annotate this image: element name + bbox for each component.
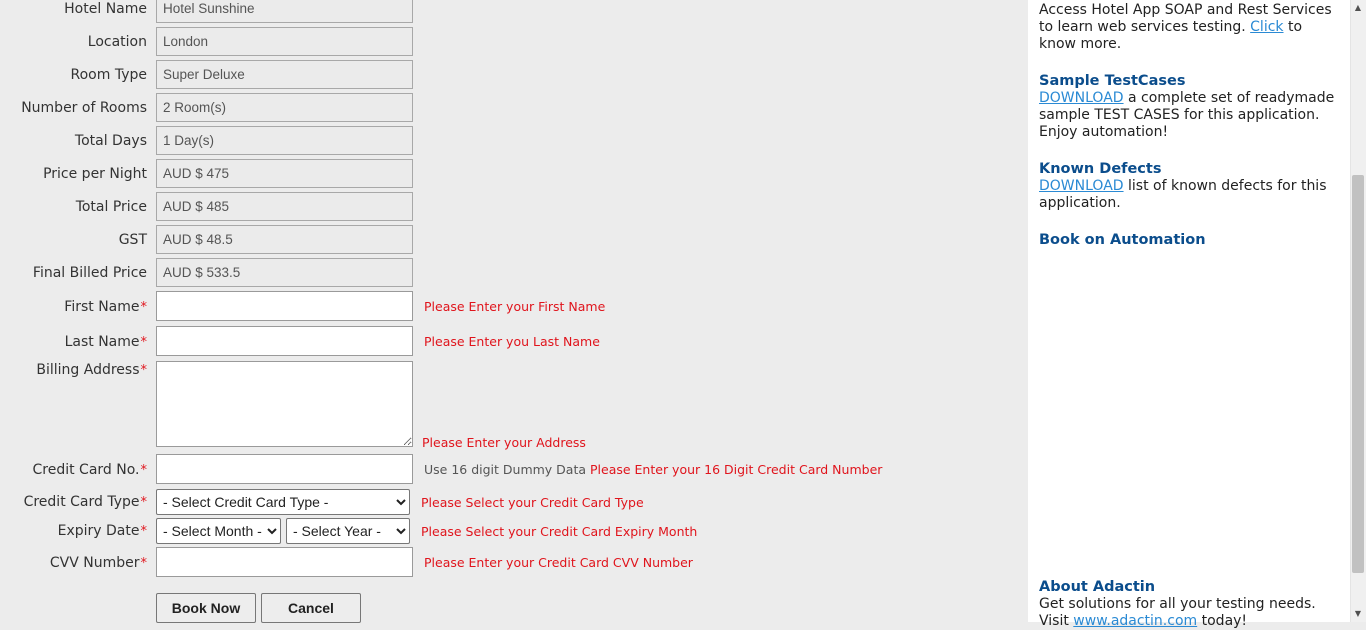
- cancel-button[interactable]: Cancel: [261, 593, 361, 623]
- known-defects-title: Known Defects: [1039, 161, 1162, 177]
- expiry-date-error: Please Select your Credit Card Expiry Mo…: [421, 524, 698, 539]
- required-mark: *: [140, 300, 148, 315]
- expiry-year-select[interactable]: - Select Year -: [286, 518, 410, 544]
- adactin-website-link[interactable]: www.adactin.com: [1073, 613, 1197, 629]
- room-type-label: Room Type: [70, 67, 147, 83]
- sample-testcases-download-link[interactable]: DOWNLOAD: [1039, 90, 1124, 106]
- sample-testcases-title: Sample TestCases: [1039, 73, 1186, 89]
- final-billed-price-field[interactable]: [156, 258, 413, 287]
- billing-address-error: Please Enter your Address: [422, 435, 586, 450]
- book-on-automation-section: Book on Automation: [1039, 232, 1341, 249]
- known-defects-download-link[interactable]: DOWNLOAD: [1039, 178, 1124, 194]
- known-defects-section: Known Defects DOWNLOAD list of known def…: [1039, 161, 1341, 212]
- booking-form: Hotel Name Location Room Type Number of …: [0, 0, 1028, 623]
- credit-card-no-messages: Use 16 digit Dummy Data Please Enter you…: [424, 462, 882, 478]
- price-per-night-label: Price per Night: [43, 166, 147, 182]
- expiry-month-select[interactable]: - Select Month -: [156, 518, 281, 544]
- total-days-field[interactable]: [156, 126, 413, 155]
- first-name-input[interactable]: [156, 291, 413, 321]
- number-of-rooms-label: Number of Rooms: [21, 100, 147, 116]
- hotel-name-label: Hotel Name: [64, 1, 147, 17]
- total-price-label: Total Price: [75, 199, 147, 215]
- total-days-label: Total Days: [74, 133, 147, 149]
- billing-address-textarea[interactable]: [156, 361, 413, 447]
- credit-card-no-input[interactable]: [156, 454, 413, 484]
- required-mark: *: [140, 495, 148, 510]
- last-name-input[interactable]: [156, 326, 413, 356]
- final-billed-price-label: Final Billed Price: [32, 265, 147, 281]
- credit-card-type-select[interactable]: - Select Credit Card Type -: [156, 489, 410, 515]
- about-adactin-section: About Adactin Get solutions for all your…: [1039, 579, 1341, 630]
- services-info: Access Hotel App SOAP and Rest Services …: [1039, 2, 1341, 53]
- credit-card-no-error: Please Enter your 16 Digit Credit Card N…: [590, 462, 883, 477]
- credit-card-no-label: Credit Card No.*: [32, 462, 148, 478]
- sample-testcases-section: Sample TestCases DOWNLOAD a complete set…: [1039, 73, 1341, 141]
- about-adactin-title: About Adactin: [1039, 579, 1156, 595]
- hotel-name-field[interactable]: [156, 0, 413, 23]
- right-sidebar: Access Hotel App SOAP and Rest Services …: [1028, 0, 1350, 629]
- scroll-down-icon[interactable]: ▼: [1350, 606, 1366, 622]
- billing-address-label: Billing Address*: [36, 362, 148, 378]
- price-per-night-field[interactable]: [156, 159, 413, 188]
- last-name-error: Please Enter you Last Name: [424, 334, 600, 349]
- cvv-input[interactable]: [156, 547, 413, 577]
- required-mark: *: [140, 463, 148, 478]
- location-label: Location: [87, 34, 147, 50]
- book-on-automation-title[interactable]: Book on Automation: [1039, 232, 1341, 249]
- cvv-error: Please Enter your Credit Card CVV Number: [424, 555, 693, 570]
- gst-field[interactable]: [156, 225, 413, 254]
- first-name-error: Please Enter your First Name: [424, 299, 606, 314]
- location-field[interactable]: [156, 27, 413, 56]
- required-mark: *: [140, 556, 148, 571]
- services-click-link[interactable]: Click: [1250, 19, 1283, 35]
- gst-label: GST: [118, 232, 147, 248]
- cvv-label: CVV Number*: [49, 555, 148, 571]
- total-price-field[interactable]: [156, 192, 413, 221]
- expiry-date-label: Expiry Date*: [57, 523, 148, 539]
- book-now-button[interactable]: Book Now: [156, 593, 256, 623]
- about-adactin-text: Get solutions for all your testing needs…: [1039, 596, 1316, 612]
- number-of-rooms-field[interactable]: [156, 93, 413, 122]
- room-type-field[interactable]: [156, 60, 413, 89]
- last-name-label: Last Name*: [64, 334, 148, 350]
- required-mark: *: [140, 524, 148, 539]
- credit-card-type-label: Credit Card Type*: [23, 494, 148, 510]
- first-name-label: First Name*: [64, 299, 148, 315]
- scroll-up-icon[interactable]: ▲: [1350, 0, 1366, 16]
- required-mark: *: [140, 363, 148, 378]
- required-mark: *: [140, 335, 148, 350]
- scrollbar-thumb[interactable]: [1352, 175, 1364, 573]
- credit-card-type-error: Please Select your Credit Card Type: [421, 495, 644, 510]
- credit-card-hint: Use 16 digit Dummy Data: [424, 462, 587, 477]
